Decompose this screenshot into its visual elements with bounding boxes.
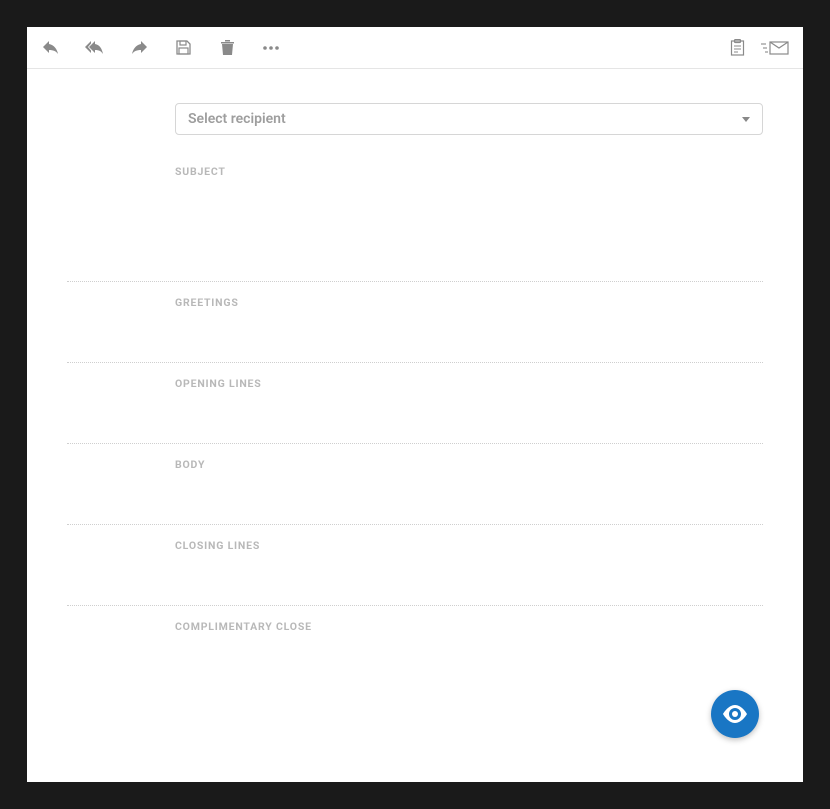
- recipient-row: Select recipient: [67, 103, 763, 135]
- closing-lines-section[interactable]: CLOSING LINES: [67, 525, 763, 605]
- complimentary-close-label: COMPLIMENTARY CLOSE: [175, 620, 763, 633]
- reply-icon: [43, 41, 59, 55]
- greetings-section[interactable]: GREETINGS: [67, 282, 763, 362]
- caret-down-icon: [742, 117, 750, 122]
- delete-button[interactable]: [217, 38, 237, 58]
- closing-lines-label: CLOSING LINES: [175, 539, 763, 552]
- save-button[interactable]: [173, 38, 193, 58]
- eye-icon: [722, 705, 748, 723]
- more-icon: [263, 46, 279, 50]
- subject-section[interactable]: SUBJECT: [67, 165, 763, 281]
- toolbar-left-group: [41, 38, 281, 58]
- body-label: BODY: [175, 458, 763, 471]
- reply-button[interactable]: [41, 38, 61, 58]
- compose-window: Select recipient SUBJECT GREETINGS OPENI…: [27, 27, 803, 782]
- toolbar: [27, 27, 803, 69]
- preview-fab[interactable]: [711, 690, 759, 738]
- save-icon: [176, 40, 191, 55]
- compose-content: Select recipient SUBJECT GREETINGS OPENI…: [27, 69, 803, 633]
- complimentary-close-section[interactable]: COMPLIMENTARY CLOSE: [67, 606, 763, 633]
- more-button[interactable]: [261, 38, 281, 58]
- trash-icon: [221, 40, 234, 55]
- opening-lines-label: OPENING LINES: [175, 377, 763, 390]
- reply-all-button[interactable]: [85, 38, 105, 58]
- clipboard-button[interactable]: [727, 38, 747, 58]
- forward-button[interactable]: [129, 38, 149, 58]
- body-section[interactable]: BODY: [67, 444, 763, 524]
- subject-label: SUBJECT: [175, 165, 763, 178]
- send-button[interactable]: [761, 38, 789, 58]
- toolbar-right-group: [727, 38, 789, 58]
- recipient-select[interactable]: Select recipient: [175, 103, 763, 135]
- send-mail-icon: [761, 41, 789, 55]
- reply-all-icon: [85, 41, 105, 55]
- forward-icon: [131, 41, 147, 55]
- greetings-label: GREETINGS: [175, 296, 763, 309]
- clipboard-icon: [730, 39, 745, 56]
- recipient-placeholder: Select recipient: [188, 111, 286, 127]
- opening-lines-section[interactable]: OPENING LINES: [67, 363, 763, 443]
